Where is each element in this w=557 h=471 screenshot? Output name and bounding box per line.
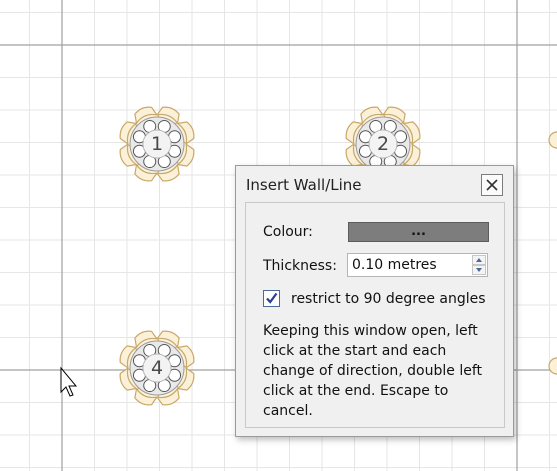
thickness-spinner[interactable]	[472, 255, 486, 275]
table-number-label: 1	[151, 133, 163, 155]
close-icon	[486, 179, 498, 191]
insert-wall-line-dialog[interactable]: Insert Wall/Line Colour: ... Thickness: …	[235, 165, 514, 437]
spin-up-icon[interactable]	[472, 255, 486, 265]
round-table-4[interactable]: 4	[117, 328, 197, 408]
round-table-1[interactable]: 1	[117, 104, 197, 184]
colour-picker-button[interactable]: ...	[348, 222, 489, 242]
colour-label: Colour:	[263, 224, 313, 240]
help-text: Keeping this window open, left click at …	[263, 323, 483, 419]
dialog-body: Colour: ... Thickness: 0.10 metres restr…	[245, 202, 505, 428]
close-button[interactable]	[481, 174, 503, 196]
thickness-label: Thickness:	[263, 258, 337, 274]
table-number-label: 4	[151, 357, 163, 379]
thickness-field[interactable]: 0.10 metres	[347, 253, 488, 277]
mouse-pointer-icon	[60, 366, 78, 397]
restrict-angles-checkbox[interactable]	[263, 290, 280, 307]
table-number-label: 2	[377, 133, 389, 155]
restrict-angles-label: restrict to 90 degree angles	[291, 291, 486, 307]
thickness-value: 0.10 metres	[352, 257, 437, 273]
dialog-title: Insert Wall/Line	[246, 176, 362, 194]
spin-down-icon[interactable]	[472, 265, 486, 275]
checkmark-icon	[266, 292, 278, 304]
